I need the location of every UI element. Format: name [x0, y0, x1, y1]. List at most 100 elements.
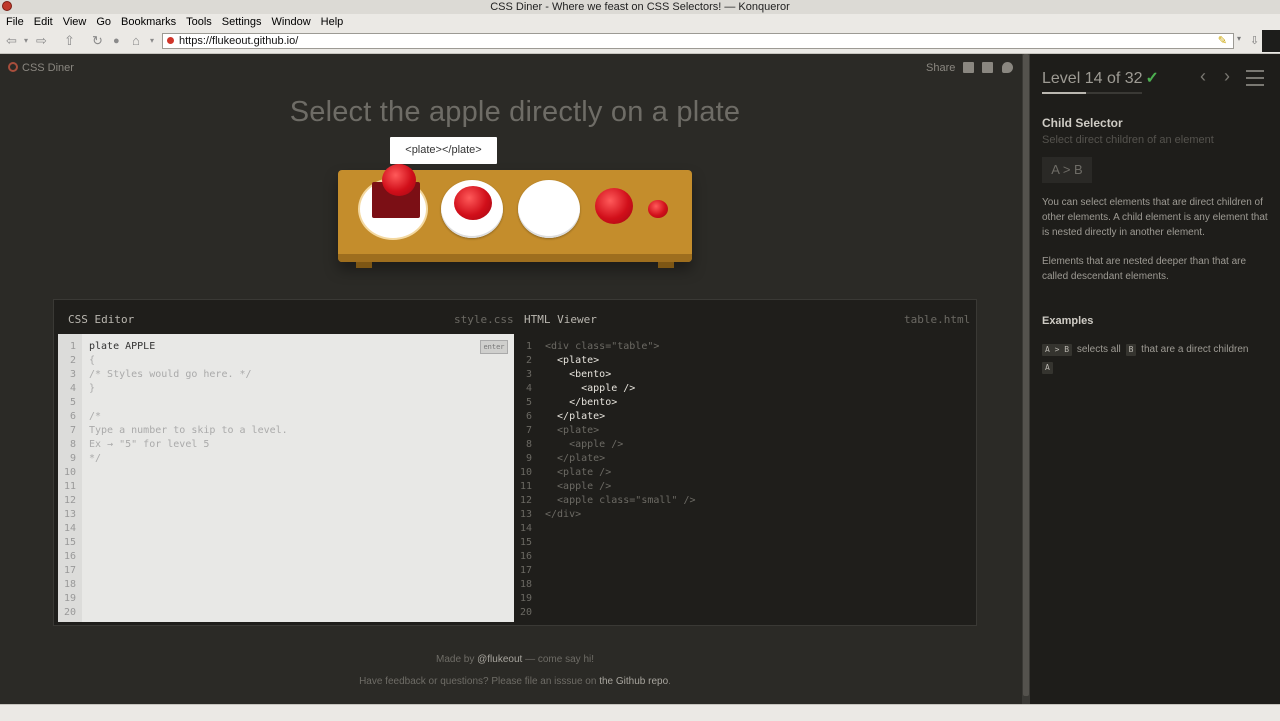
window-title: CSS Diner - Where we feast on CSS Select…	[490, 1, 790, 13]
line-number: 12	[63, 495, 76, 506]
menu-bookmarks[interactable]: Bookmarks	[115, 14, 180, 30]
apple-small[interactable]	[648, 200, 668, 218]
html-file-name: table.html	[904, 313, 971, 326]
url-history-dropdown-icon[interactable]: ▾	[1237, 34, 1241, 43]
html-line-highlighted[interactable]: <plate>	[545, 354, 696, 368]
enter-button[interactable]: enter	[480, 340, 508, 354]
examples-heading: Examples	[1042, 315, 1094, 327]
apple[interactable]	[595, 188, 633, 224]
logo-text: CSS Diner	[22, 62, 74, 74]
line-number: 9	[525, 453, 532, 464]
apple[interactable]	[382, 164, 416, 196]
menu-settings[interactable]: Settings	[216, 14, 266, 30]
forward-icon[interactable]: ⇨	[36, 34, 47, 48]
up-icon[interactable]: ⇧	[64, 34, 75, 48]
css-editor[interactable]: 1 2 3 4 5 6 7 8 9 10 11 12 13 14 15 16 1…	[58, 334, 514, 622]
menu-tools[interactable]: Tools	[180, 14, 216, 30]
toolbar-corner	[1262, 30, 1280, 52]
status-bar	[0, 704, 1280, 721]
line-number: 5	[69, 397, 76, 408]
html-line[interactable]: </div>	[545, 508, 696, 522]
code-line: /*	[89, 411, 102, 422]
line-number: 20	[519, 607, 532, 618]
previous-level-icon[interactable]: ‹	[1200, 66, 1206, 87]
konqueror-app-icon[interactable]	[2, 1, 12, 11]
code-line: /* Styles would go here. */	[89, 369, 252, 380]
line-number: 2	[69, 355, 76, 366]
line-number: 7	[525, 425, 532, 436]
menu-file[interactable]: File	[0, 14, 28, 30]
html-line-highlighted[interactable]: <apple />	[545, 382, 696, 396]
html-line-highlighted[interactable]: <bento>	[545, 368, 696, 382]
twitter-icon[interactable]	[1001, 62, 1013, 73]
code-line: Ex → "5" for level 5	[89, 439, 210, 450]
selector-explanation: You can select elements that are direct …	[1042, 197, 1268, 238]
plate[interactable]	[518, 180, 580, 238]
line-number: 2	[525, 355, 532, 366]
html-line-gutter: 1 2 3 4 5 6 7 8 9 10 11 12 13 14 15 16 1…	[514, 340, 538, 620]
menu-edit[interactable]: Edit	[28, 14, 57, 30]
next-level-icon[interactable]: ›	[1224, 66, 1230, 87]
diner-logo-icon	[8, 62, 18, 72]
apple[interactable]	[454, 186, 492, 220]
menu-go[interactable]: Go	[90, 14, 115, 30]
back-icon[interactable]: ⇦	[6, 34, 17, 48]
html-line[interactable]: <apple />	[545, 438, 696, 452]
email-icon[interactable]	[963, 62, 975, 73]
menu-window[interactable]: Window	[266, 14, 315, 30]
share-bar: Share	[926, 62, 1013, 74]
code-line: Type a number to skip to a level.	[89, 425, 288, 436]
stop-icon[interactable]: ●	[113, 34, 120, 48]
table-edge	[338, 254, 692, 262]
line-number: 1	[525, 341, 532, 352]
css-diner-logo[interactable]: CSS Diner	[8, 62, 74, 74]
line-number: 20	[63, 607, 76, 618]
home-icon[interactable]: ⌂	[132, 34, 140, 48]
scrollbar-thumb[interactable]	[1023, 54, 1029, 696]
menubar: File Edit View Go Bookmarks Tools Settings Wind…	[0, 14, 1280, 30]
level-label: Level 14 of 32	[1042, 70, 1143, 87]
line-number: 19	[63, 593, 76, 604]
home-dropdown-icon[interactable]: ▾	[150, 34, 154, 48]
line-number: 17	[63, 565, 76, 576]
hover-tooltip: <plate></plate>	[390, 137, 497, 164]
example-code: A > B	[1042, 344, 1073, 356]
html-line[interactable]: <apple />	[545, 480, 696, 494]
html-line[interactable]: <div class="table">	[545, 340, 696, 354]
line-number: 6	[525, 411, 532, 422]
selector-note: Elements that are nested deeper than tha…	[1042, 256, 1247, 282]
reload-icon[interactable]: ↻	[92, 34, 103, 48]
back-dropdown-icon[interactable]: ▾	[24, 34, 28, 48]
html-line-highlighted[interactable]: </plate>	[545, 410, 696, 424]
footer-feedback: Have feedback or questions? Please file …	[0, 676, 1030, 687]
line-number: 14	[519, 523, 532, 534]
page-scrollbar[interactable]	[1022, 54, 1030, 704]
level-indicator: Level 14 of 32 ✓	[1042, 68, 1159, 88]
level-progress-fill	[1042, 92, 1086, 94]
url-input[interactable]: https://flukeout.github.io/ ✎	[162, 33, 1234, 49]
html-line-highlighted[interactable]: </bento>	[545, 396, 696, 410]
example-code: A	[1042, 362, 1053, 374]
html-code: <div class="table"> <plate> <bento> <app…	[545, 340, 696, 522]
code-line: */	[89, 453, 102, 464]
url-text: https://flukeout.github.io/	[179, 35, 299, 47]
clear-url-icon[interactable]: ✎	[1218, 34, 1227, 48]
line-number: 10	[519, 467, 532, 478]
html-line[interactable]: </plate>	[545, 452, 696, 466]
line-number: 4	[525, 383, 532, 394]
go-icon[interactable]: ⇩	[1250, 34, 1259, 47]
github-repo-link[interactable]: the Github repo	[599, 676, 668, 687]
flukeout-link[interactable]: @flukeout	[477, 654, 522, 665]
footer-credit: Made by @flukeout — come say hi!	[0, 654, 1030, 665]
menu-view[interactable]: View	[57, 14, 91, 30]
footer-text: .	[668, 676, 671, 687]
level-menu-icon[interactable]	[1246, 70, 1264, 91]
css-selector-input[interactable]: plate APPLE	[89, 340, 288, 354]
html-viewer-title: HTML Viewer	[524, 313, 597, 326]
html-line[interactable]: <plate>	[545, 424, 696, 438]
share-label: Share	[926, 62, 956, 74]
html-line[interactable]: <apple class="small" />	[545, 494, 695, 508]
html-line[interactable]: <plate />	[545, 466, 696, 480]
menu-help[interactable]: Help	[315, 14, 348, 30]
facebook-icon[interactable]	[982, 62, 994, 73]
